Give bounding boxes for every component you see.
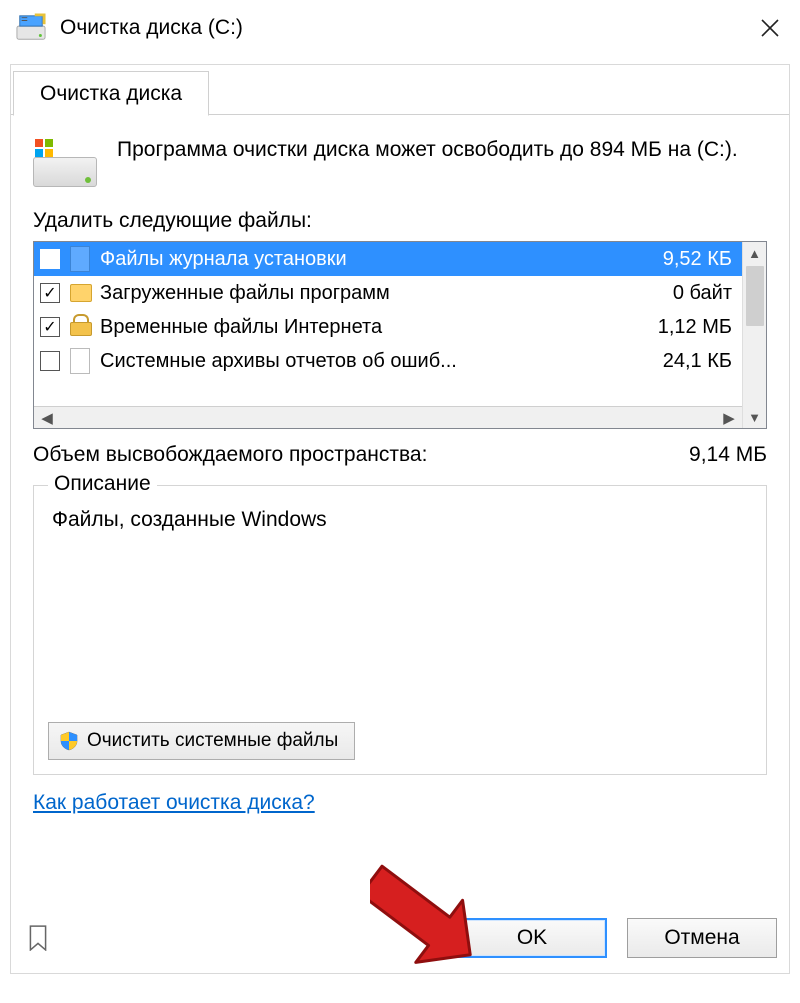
summary-text: Программа очистки диска может освободить…	[117, 135, 738, 165]
file-size: 9,52 КБ	[651, 248, 732, 271]
total-space-label: Объем высвобождаемого пространства:	[33, 443, 427, 467]
file-icon	[70, 246, 92, 272]
clean-system-files-label: Очистить системные файлы	[87, 730, 338, 752]
file-name: Временные файлы Интернета	[100, 316, 646, 339]
help-link[interactable]: Как работает очистка диска?	[33, 791, 315, 815]
file-row[interactable]: ✓ Загруженные файлы программ0 байт	[34, 276, 742, 310]
scrollbar-thumb[interactable]	[746, 266, 764, 326]
file-size: 1,12 МБ	[646, 316, 732, 339]
close-icon	[760, 18, 780, 38]
file-checkbox[interactable]: ✓	[40, 283, 60, 303]
lock-icon	[70, 314, 92, 340]
horizontal-scrollbar[interactable]: ◀ ▶	[34, 406, 742, 428]
bookmark-icon[interactable]	[23, 923, 53, 953]
total-space-value: 9,14 МБ	[689, 443, 767, 467]
clean-system-files-button[interactable]: Очистить системные файлы	[48, 722, 355, 760]
files-list-label: Удалить следующие файлы:	[33, 209, 767, 233]
file-size: 0 байт	[661, 282, 732, 305]
scroll-left-icon[interactable]: ◀	[36, 409, 58, 427]
tab-label: Очистка диска	[40, 82, 182, 106]
ok-button[interactable]: OK	[457, 918, 607, 958]
description-legend: Описание	[48, 472, 157, 496]
file-row[interactable]: Системные архивы отчетов об ошиб...24,1 …	[34, 344, 742, 378]
files-listbox[interactable]: Файлы журнала установки9,52 КБ ✓ Загруженн…	[33, 241, 767, 429]
window-title: Очистка диска (C:)	[60, 16, 243, 40]
file-size: 24,1 КБ	[651, 350, 732, 373]
file-name: Загруженные файлы программ	[100, 282, 661, 305]
file-row[interactable]: Файлы журнала установки9,52 КБ	[34, 242, 742, 276]
file-icon	[70, 348, 92, 374]
tab-disk-cleanup[interactable]: Очистка диска	[13, 71, 209, 116]
file-name: Файлы журнала установки	[100, 248, 651, 271]
ok-label: OK	[517, 926, 547, 950]
vertical-scrollbar[interactable]: ▲ ▼	[742, 242, 766, 428]
close-button[interactable]	[740, 0, 800, 56]
scroll-right-icon[interactable]: ▶	[718, 409, 740, 427]
file-row[interactable]: ✓ Временные файлы Интернета1,12 МБ	[34, 310, 742, 344]
cancel-button[interactable]: Отмена	[627, 918, 777, 958]
folder-icon	[70, 280, 92, 306]
scroll-down-icon[interactable]: ▼	[743, 406, 766, 428]
cancel-label: Отмена	[664, 926, 739, 950]
uac-shield-icon	[59, 731, 79, 751]
scroll-up-icon[interactable]: ▲	[743, 242, 766, 264]
description-group: Описание Файлы, созданные Windows Очисти…	[33, 485, 767, 775]
file-checkbox[interactable]: ✓	[40, 317, 60, 337]
file-checkbox[interactable]	[40, 249, 60, 269]
drive-icon	[33, 139, 97, 187]
disk-cleanup-icon	[16, 13, 46, 43]
tab-strip: Очистка диска	[11, 65, 789, 115]
file-name: Системные архивы отчетов об ошиб...	[100, 350, 651, 373]
description-text: Файлы, созданные Windows	[52, 508, 748, 532]
windows-logo-icon	[35, 139, 53, 157]
file-checkbox[interactable]	[40, 351, 60, 371]
